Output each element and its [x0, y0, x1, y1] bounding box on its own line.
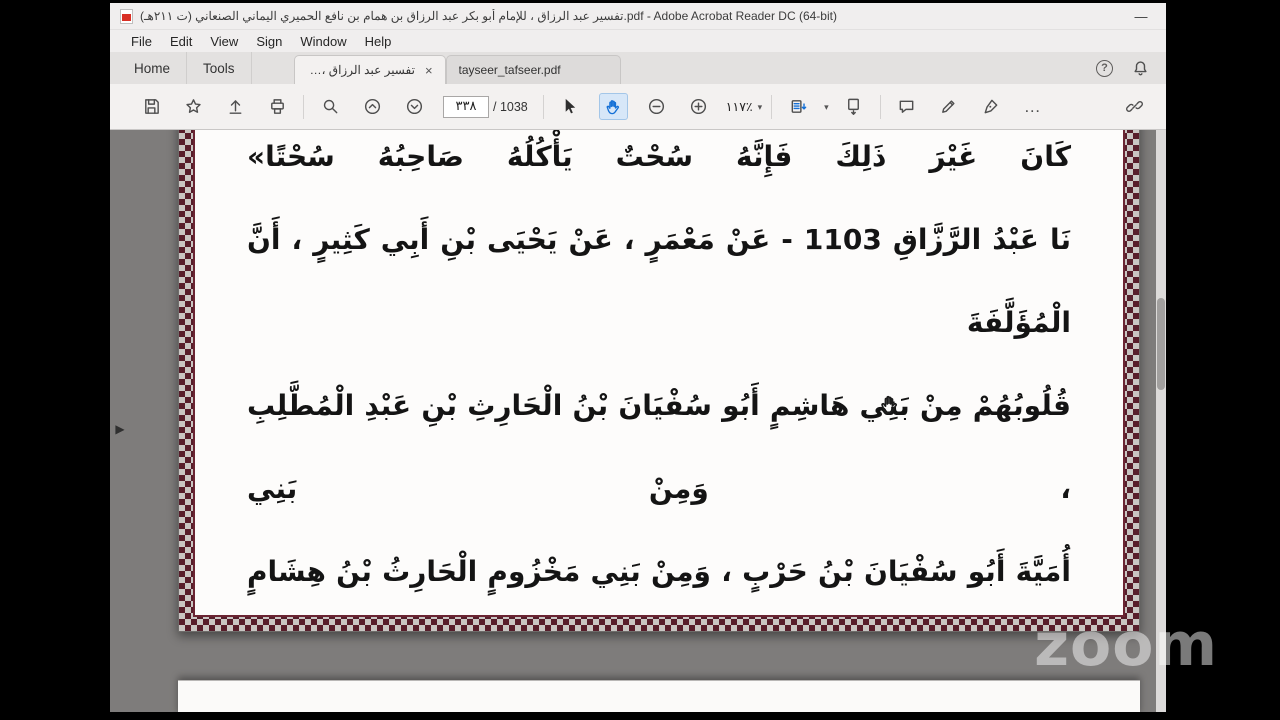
document-viewer[interactable]: كَانَ غَيْرَ ذَلِكَ فَإِنَّهُ سُحْتٌ يَأ… — [110, 130, 1166, 712]
navigation-pane-expand-icon[interactable]: ▶ — [112, 416, 128, 442]
tab-home[interactable]: Home — [118, 52, 188, 84]
toolbar: / 1038 ١١٧٪ ▾ ▾ … — [110, 84, 1166, 130]
search-icon[interactable] — [321, 97, 340, 116]
arabic-text-line: أُمَيَّةَ أَبُو سُفْيَانَ بْنُ حَرْبٍ ، … — [247, 555, 1071, 588]
arabic-text-line: نَا عَبْدُ الرَّزَّاقِ 1103 - عَنْ مَعْم… — [247, 223, 1072, 339]
pdf-page-next-edge[interactable] — [178, 680, 1140, 712]
help-icon[interactable]: ? — [1096, 59, 1113, 77]
window-titlebar: تفسير عبد الرزاق ، للإمام أبو بكر عبد ال… — [110, 3, 1166, 30]
hand-cursor-icon — [878, 392, 902, 416]
more-tools-icon[interactable]: … — [1024, 98, 1042, 115]
comment-icon[interactable] — [897, 97, 916, 116]
hand-tool-icon[interactable] — [604, 97, 623, 116]
pdf-file-icon — [120, 8, 133, 24]
next-page-icon[interactable] — [405, 97, 424, 116]
page-total-label: / 1038 — [493, 99, 528, 114]
window-title: تفسير عبد الرزاق ، للإمام أبو بكر عبد ال… — [140, 9, 837, 23]
page-fit-icon[interactable] — [789, 97, 808, 116]
print-icon[interactable] — [268, 97, 287, 116]
zoom-watermark: zoom — [1034, 610, 1218, 680]
page-content: كَانَ غَيْرَ ذَلِكَ فَإِنَّهُ سُحْتٌ يَأ… — [193, 130, 1125, 617]
previous-page-icon[interactable] — [363, 97, 382, 116]
menu-sign[interactable]: Sign — [247, 30, 291, 52]
page-number-input[interactable] — [443, 95, 489, 118]
pdf-page-338[interactable]: كَانَ غَيْرَ ذَلِكَ فَإِنَّهُ سُحْتٌ يَأ… — [178, 130, 1140, 632]
acrobat-window: تفسير عبد الرزاق ، للإمام أبو بكر عبد ال… — [110, 3, 1166, 712]
arabic-text-line: قُلُوبُهُمْ مِنْ بَنِي هَاشِمٍ أَبُو سُف… — [247, 389, 1071, 505]
menu-help[interactable]: Help — [356, 30, 401, 52]
tab-document-tayseer[interactable]: tayseer_tafseer.pdf — [445, 55, 621, 84]
highlight-icon[interactable] — [939, 97, 958, 116]
tab-document-tafsir[interactable]: تفسير عبد الرزاق ، ل... × — [293, 55, 446, 84]
sign-icon[interactable] — [981, 97, 1000, 116]
minimize-button[interactable]: — — [1126, 9, 1156, 24]
tab-document-label: تفسير عبد الرزاق ، ل... — [306, 63, 415, 77]
menu-bar: File Edit View Sign Window Help — [110, 30, 1166, 52]
toolbar-separator — [303, 94, 304, 119]
chevron-down-icon[interactable]: ▾ — [758, 102, 763, 113]
toolbar-separator — [771, 94, 773, 119]
chevron-down-icon[interactable]: ▾ — [824, 102, 829, 113]
zoom-out-icon[interactable] — [647, 97, 666, 116]
bell-icon[interactable] — [1131, 59, 1150, 78]
menu-edit[interactable]: Edit — [161, 30, 201, 52]
page-ornamental-border: كَانَ غَيْرَ ذَلِكَ فَإِنَّهُ سُحْتٌ يَأ… — [179, 130, 1139, 631]
menu-view[interactable]: View — [201, 30, 247, 52]
hand-tool-active-highlight[interactable] — [598, 93, 628, 120]
menu-file[interactable]: File — [122, 30, 161, 52]
zoom-in-icon[interactable] — [689, 97, 708, 116]
share-icon[interactable] — [226, 97, 245, 116]
tab-tools[interactable]: Tools — [187, 52, 252, 84]
toolbar-separator — [879, 94, 881, 119]
menu-window[interactable]: Window — [291, 30, 355, 52]
zoom-level-value[interactable]: ١١٧٪ — [726, 99, 753, 114]
save-icon[interactable] — [142, 97, 161, 116]
tab-bar: Home Tools تفسير عبد الرزاق ، ل... × tay… — [110, 52, 1166, 84]
star-icon[interactable] — [184, 97, 203, 116]
close-icon[interactable]: × — [425, 64, 433, 77]
scroll-mode-icon[interactable] — [844, 97, 863, 116]
tab-document-label: tayseer_tafseer.pdf — [458, 63, 561, 77]
scrollbar-thumb[interactable] — [1157, 298, 1165, 390]
select-tool-icon[interactable] — [560, 97, 579, 116]
toolbar-separator — [542, 94, 544, 119]
arabic-text-line: كَانَ غَيْرَ ذَلِكَ فَإِنَّهُ سُحْتٌ يَأ… — [247, 140, 1071, 173]
link-icon[interactable] — [1125, 97, 1144, 116]
